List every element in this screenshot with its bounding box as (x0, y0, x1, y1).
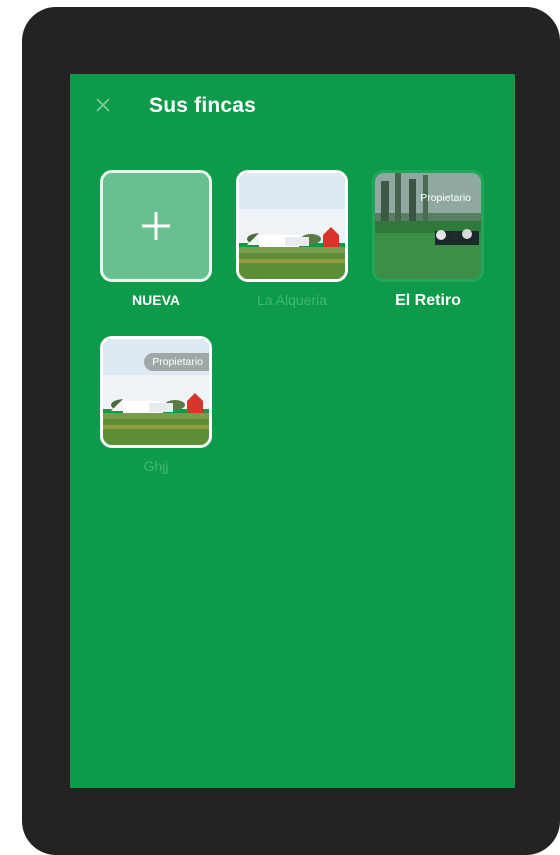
farm-label: Ghjj (143, 458, 169, 474)
plus-icon (142, 212, 170, 240)
farm-tile-la-alqueria[interactable]: La Alqueria (233, 170, 351, 308)
farm-thumbnail[interactable] (236, 170, 348, 282)
new-farm-thumbnail[interactable] (100, 170, 212, 282)
farm-tile-ghjj[interactable]: Propietario Ghjj (97, 336, 215, 474)
farm-label: La Alqueria (256, 292, 328, 308)
farms-screen: Sus fincas NUEVA La Alqueria Propietario… (70, 74, 515, 788)
farm-thumbnail[interactable]: Propietario (372, 170, 484, 282)
farm-tile-el-retiro[interactable]: Propietario El Retiro (369, 170, 487, 310)
page-title: Sus fincas (149, 94, 257, 117)
farm-label: El Retiro (395, 292, 461, 309)
farm-thumbnail[interactable]: Propietario (100, 336, 212, 448)
farm-label: NUEVA (132, 292, 180, 308)
farm-photo (239, 173, 345, 279)
close-icon[interactable] (92, 94, 114, 116)
owner-badge: Propietario (144, 353, 209, 371)
owner-badge: Propietario (420, 192, 471, 204)
top-bar: Sus fincas (70, 74, 515, 140)
new-farm-button[interactable]: NUEVA (97, 170, 215, 308)
